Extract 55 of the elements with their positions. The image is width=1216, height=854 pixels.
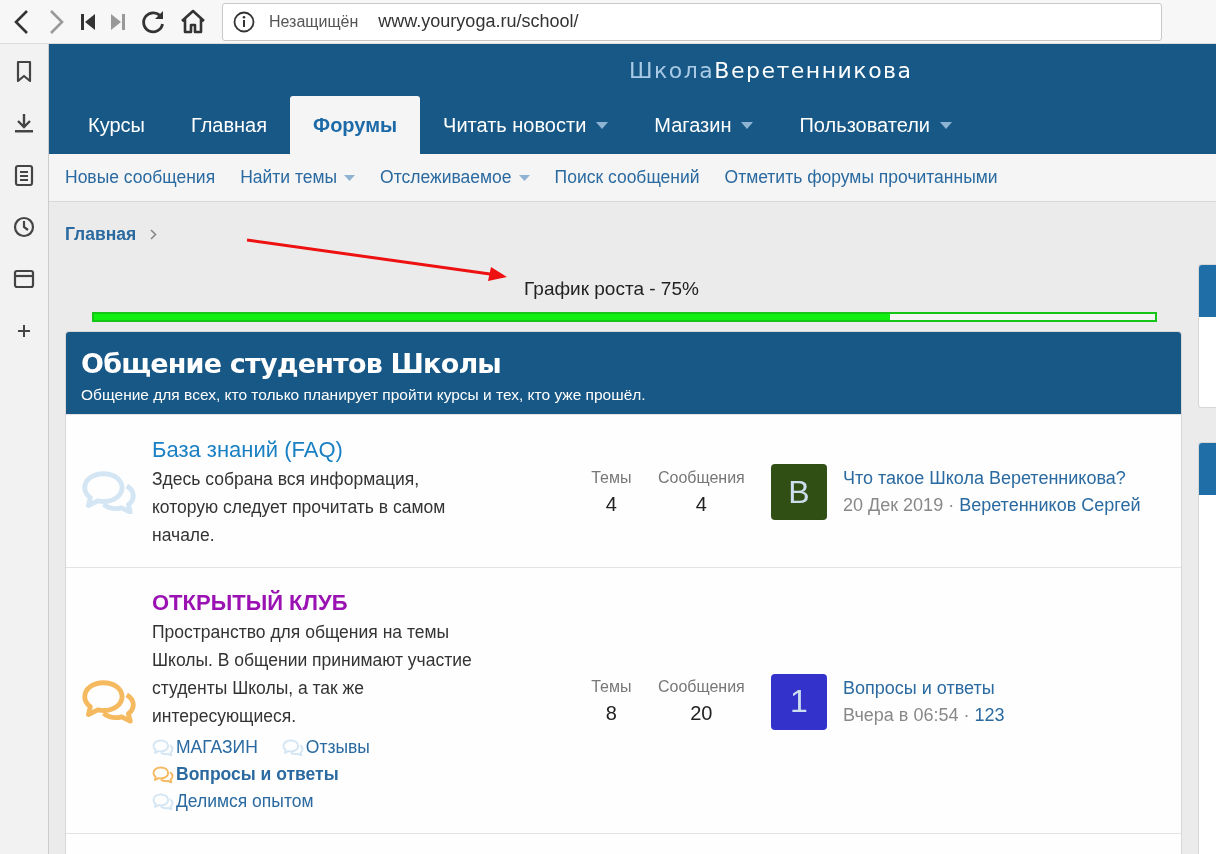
nav-link[interactable]: Найти темы xyxy=(240,167,356,188)
site-logo[interactable]: Школа Веретенникова xyxy=(629,57,913,83)
info-icon[interactable] xyxy=(233,10,255,33)
nav-link[interactable]: Поиск сообщений xyxy=(554,167,700,188)
forum-description: Здесь собрана вся информация, которую следует прочитать в самом начале. xyxy=(152,468,447,547)
stat-value: 20 xyxy=(689,702,714,725)
reload-icon[interactable] xyxy=(140,8,166,35)
chevron-icon xyxy=(150,228,158,240)
author-link[interactable]: Веретенников Сергей xyxy=(959,495,1141,516)
stat-value: 4 xyxy=(694,492,708,516)
forum-title[interactable]: ОТКРЫТЫЙ КЛУБ xyxy=(152,588,558,618)
stat-label: Сообщения xyxy=(657,468,745,487)
skip-back-icon[interactable] xyxy=(80,12,96,31)
category-title[interactable]: Общение студентов Школы xyxy=(81,346,1166,382)
breadcrumb-link[interactable]: Главная xyxy=(65,223,137,245)
notes-icon[interactable] xyxy=(13,164,35,186)
forum-description: Пространство для общения на темы Школы. В общении принимают участие студенты Школы, а так же интересующиеся. xyxy=(152,621,473,728)
author-link[interactable]: 123 xyxy=(974,704,1005,726)
stat-label: Темы xyxy=(591,678,632,696)
subforum-link[interactable]: Вопросы и ответы xyxy=(176,761,339,788)
download-icon[interactable] xyxy=(13,112,35,134)
category-description: Общение для всех, кто только планирует пройти курсы и тех, кто уже прошёл. xyxy=(81,386,647,404)
clock-icon[interactable] xyxy=(13,216,35,238)
nav-tab[interactable]: Магазин xyxy=(631,96,777,154)
separator-dot: · xyxy=(963,704,970,726)
nav-link[interactable]: Отслеживаемое xyxy=(380,167,530,188)
nav-link[interactable]: Новые сообщения xyxy=(65,167,216,188)
post-date: Вчера в 06:54 xyxy=(843,704,959,726)
subforum-link[interactable]: Делимся опытом xyxy=(176,788,314,815)
tabs-icon[interactable] xyxy=(13,268,35,290)
nav-tab[interactable]: Форумы xyxy=(290,96,421,154)
avatar[interactable]: B xyxy=(771,464,827,520)
forum-title[interactable]: База знаний (FAQ) xyxy=(152,435,558,465)
subforum-link[interactable]: Отзывы xyxy=(305,734,370,761)
nav-link[interactable]: Отметить форумы прочитанными xyxy=(724,167,998,188)
nav-tab[interactable]: Пользователи xyxy=(776,96,976,154)
security-label: Незащищён xyxy=(269,12,359,31)
stat-label: Сообщения xyxy=(657,678,745,696)
stat-value: 4 xyxy=(604,492,618,516)
home-icon[interactable] xyxy=(180,8,206,35)
stat-label: Темы xyxy=(591,468,632,487)
panel-header xyxy=(1199,443,1216,495)
stat-value: 8 xyxy=(604,702,618,725)
address-bar[interactable]: Незащищён www.youryoga.ru/school/ xyxy=(222,2,1162,41)
thread-link[interactable]: Что такое Школа Веретенникова? xyxy=(843,468,1141,489)
url-text: www.youryoga.ru/school/ xyxy=(378,11,579,32)
skip-forward-icon[interactable] xyxy=(110,12,126,31)
thread-link[interactable]: Вопросы и ответы xyxy=(843,677,1005,699)
subforum-link[interactable]: МАГАЗИН xyxy=(176,734,258,761)
nav-tab[interactable]: Курсы xyxy=(65,96,168,154)
post-date: 20 Дек 2019 xyxy=(843,495,944,516)
nav-tab[interactable]: Главная xyxy=(167,96,291,154)
avatar[interactable]: 1 xyxy=(771,673,827,730)
nav-tab[interactable]: Читать новости xyxy=(420,96,632,154)
separator-dot: · xyxy=(948,495,955,516)
